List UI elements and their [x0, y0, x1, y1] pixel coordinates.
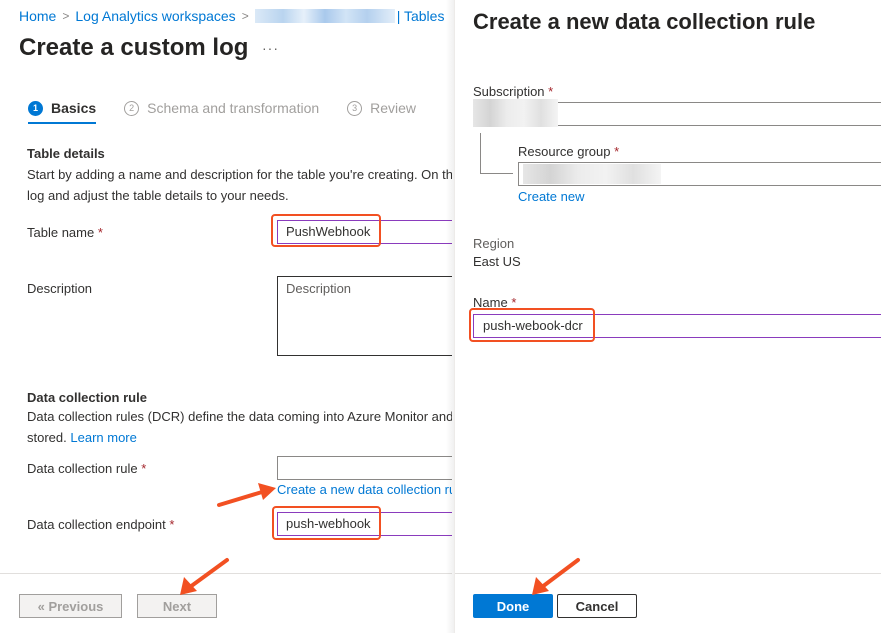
chevron-right-icon: > [62, 9, 70, 23]
breadcrumb-tables[interactable]: | Tables [397, 8, 445, 24]
breadcrumb-log-analytics[interactable]: Log Analytics workspaces [75, 8, 235, 24]
create-new-resource-group-link[interactable]: Create new [518, 189, 584, 204]
wizard-steps: 1 Basics 2 Schema and transformation 3 R… [28, 100, 444, 124]
required-marker: * [169, 517, 175, 532]
blade-shadow [446, 0, 454, 633]
desc-text: stored. [27, 430, 67, 445]
more-options-icon[interactable]: ··· [262, 40, 279, 56]
create-custom-log-blade: Home > Log Analytics workspaces > | Tabl… [0, 0, 452, 633]
resource-group-label: Resource group * [518, 144, 619, 159]
tree-connector [480, 133, 481, 173]
step-label: Basics [51, 100, 97, 116]
description-label: Description [27, 281, 93, 296]
previous-button[interactable]: « Previous [19, 594, 122, 618]
label-text: Table name [27, 225, 95, 240]
required-marker: * [141, 461, 147, 476]
desc-line: stored. Learn more [27, 427, 452, 448]
tab-basics[interactable]: 1 Basics [28, 100, 97, 124]
table-name-label: Table name * [27, 225, 103, 240]
label-text: Data collection rule [27, 461, 138, 476]
redacted-resource-group-value [523, 164, 661, 184]
chevron-right-icon: > [241, 9, 249, 23]
subscription-label: Subscription * [473, 84, 553, 99]
description-textarea[interactable]: Description [277, 276, 452, 356]
required-marker: * [548, 84, 554, 99]
step-label: Schema and transformation [147, 100, 320, 116]
tab-review[interactable]: 3 Review [347, 100, 416, 124]
step-number-icon: 2 [124, 100, 140, 116]
region-label: Region [473, 236, 515, 251]
next-button[interactable]: Next [137, 594, 217, 618]
dcr-blade-title: Create a new data collection rule [473, 9, 816, 34]
required-marker: * [614, 144, 620, 159]
dcr-label: Data collection rule * [27, 461, 146, 476]
dcr-section-heading: Data collection rule [27, 390, 147, 405]
done-button[interactable]: Done [473, 594, 553, 618]
footer-divider [455, 573, 881, 574]
footer-divider [0, 573, 452, 574]
redacted-workspace-name [254, 9, 395, 23]
desc-line: Start by adding a name and description f… [27, 167, 452, 182]
tab-schema-and-transformation[interactable]: 2 Schema and transformation [124, 100, 319, 124]
cancel-button[interactable]: Cancel [557, 594, 637, 618]
annotation-highlight-box [469, 308, 595, 342]
required-marker: * [97, 225, 103, 240]
table-details-heading: Table details [27, 146, 105, 161]
region-value: East US [473, 254, 521, 269]
learn-more-link[interactable]: Learn more [70, 430, 136, 445]
desc-line: Data collection rules (DCR) define the d… [27, 409, 452, 424]
dce-label: Data collection endpoint * [27, 517, 174, 532]
redacted-subscription-value [473, 99, 558, 127]
dcr-section-description: Data collection rules (DCR) define the d… [27, 406, 452, 448]
breadcrumb-home[interactable]: Home [19, 8, 56, 24]
table-details-description: Start by adding a name and description f… [27, 164, 452, 206]
annotation-highlight-box [272, 506, 381, 540]
step-number-icon: 1 [28, 100, 43, 116]
step-label: Review [370, 100, 417, 116]
create-new-dcr-link[interactable]: Create a new data collection ru [277, 482, 452, 497]
tree-connector [480, 173, 513, 174]
label-text: Resource group [518, 144, 611, 159]
page-title: Create a custom log [19, 34, 249, 61]
step-number-icon: 3 [347, 100, 363, 116]
dcr-dropdown[interactable] [277, 456, 452, 480]
desc-line: log and adjust the table details to your… [27, 188, 289, 203]
label-text: Subscription [473, 84, 545, 99]
annotation-highlight-box [271, 214, 381, 247]
label-text: Data collection endpoint [27, 517, 166, 532]
breadcrumb: Home > Log Analytics workspaces > | Tabl… [19, 8, 444, 24]
create-dcr-blade: Create a new data collection rule Subscr… [454, 0, 881, 633]
